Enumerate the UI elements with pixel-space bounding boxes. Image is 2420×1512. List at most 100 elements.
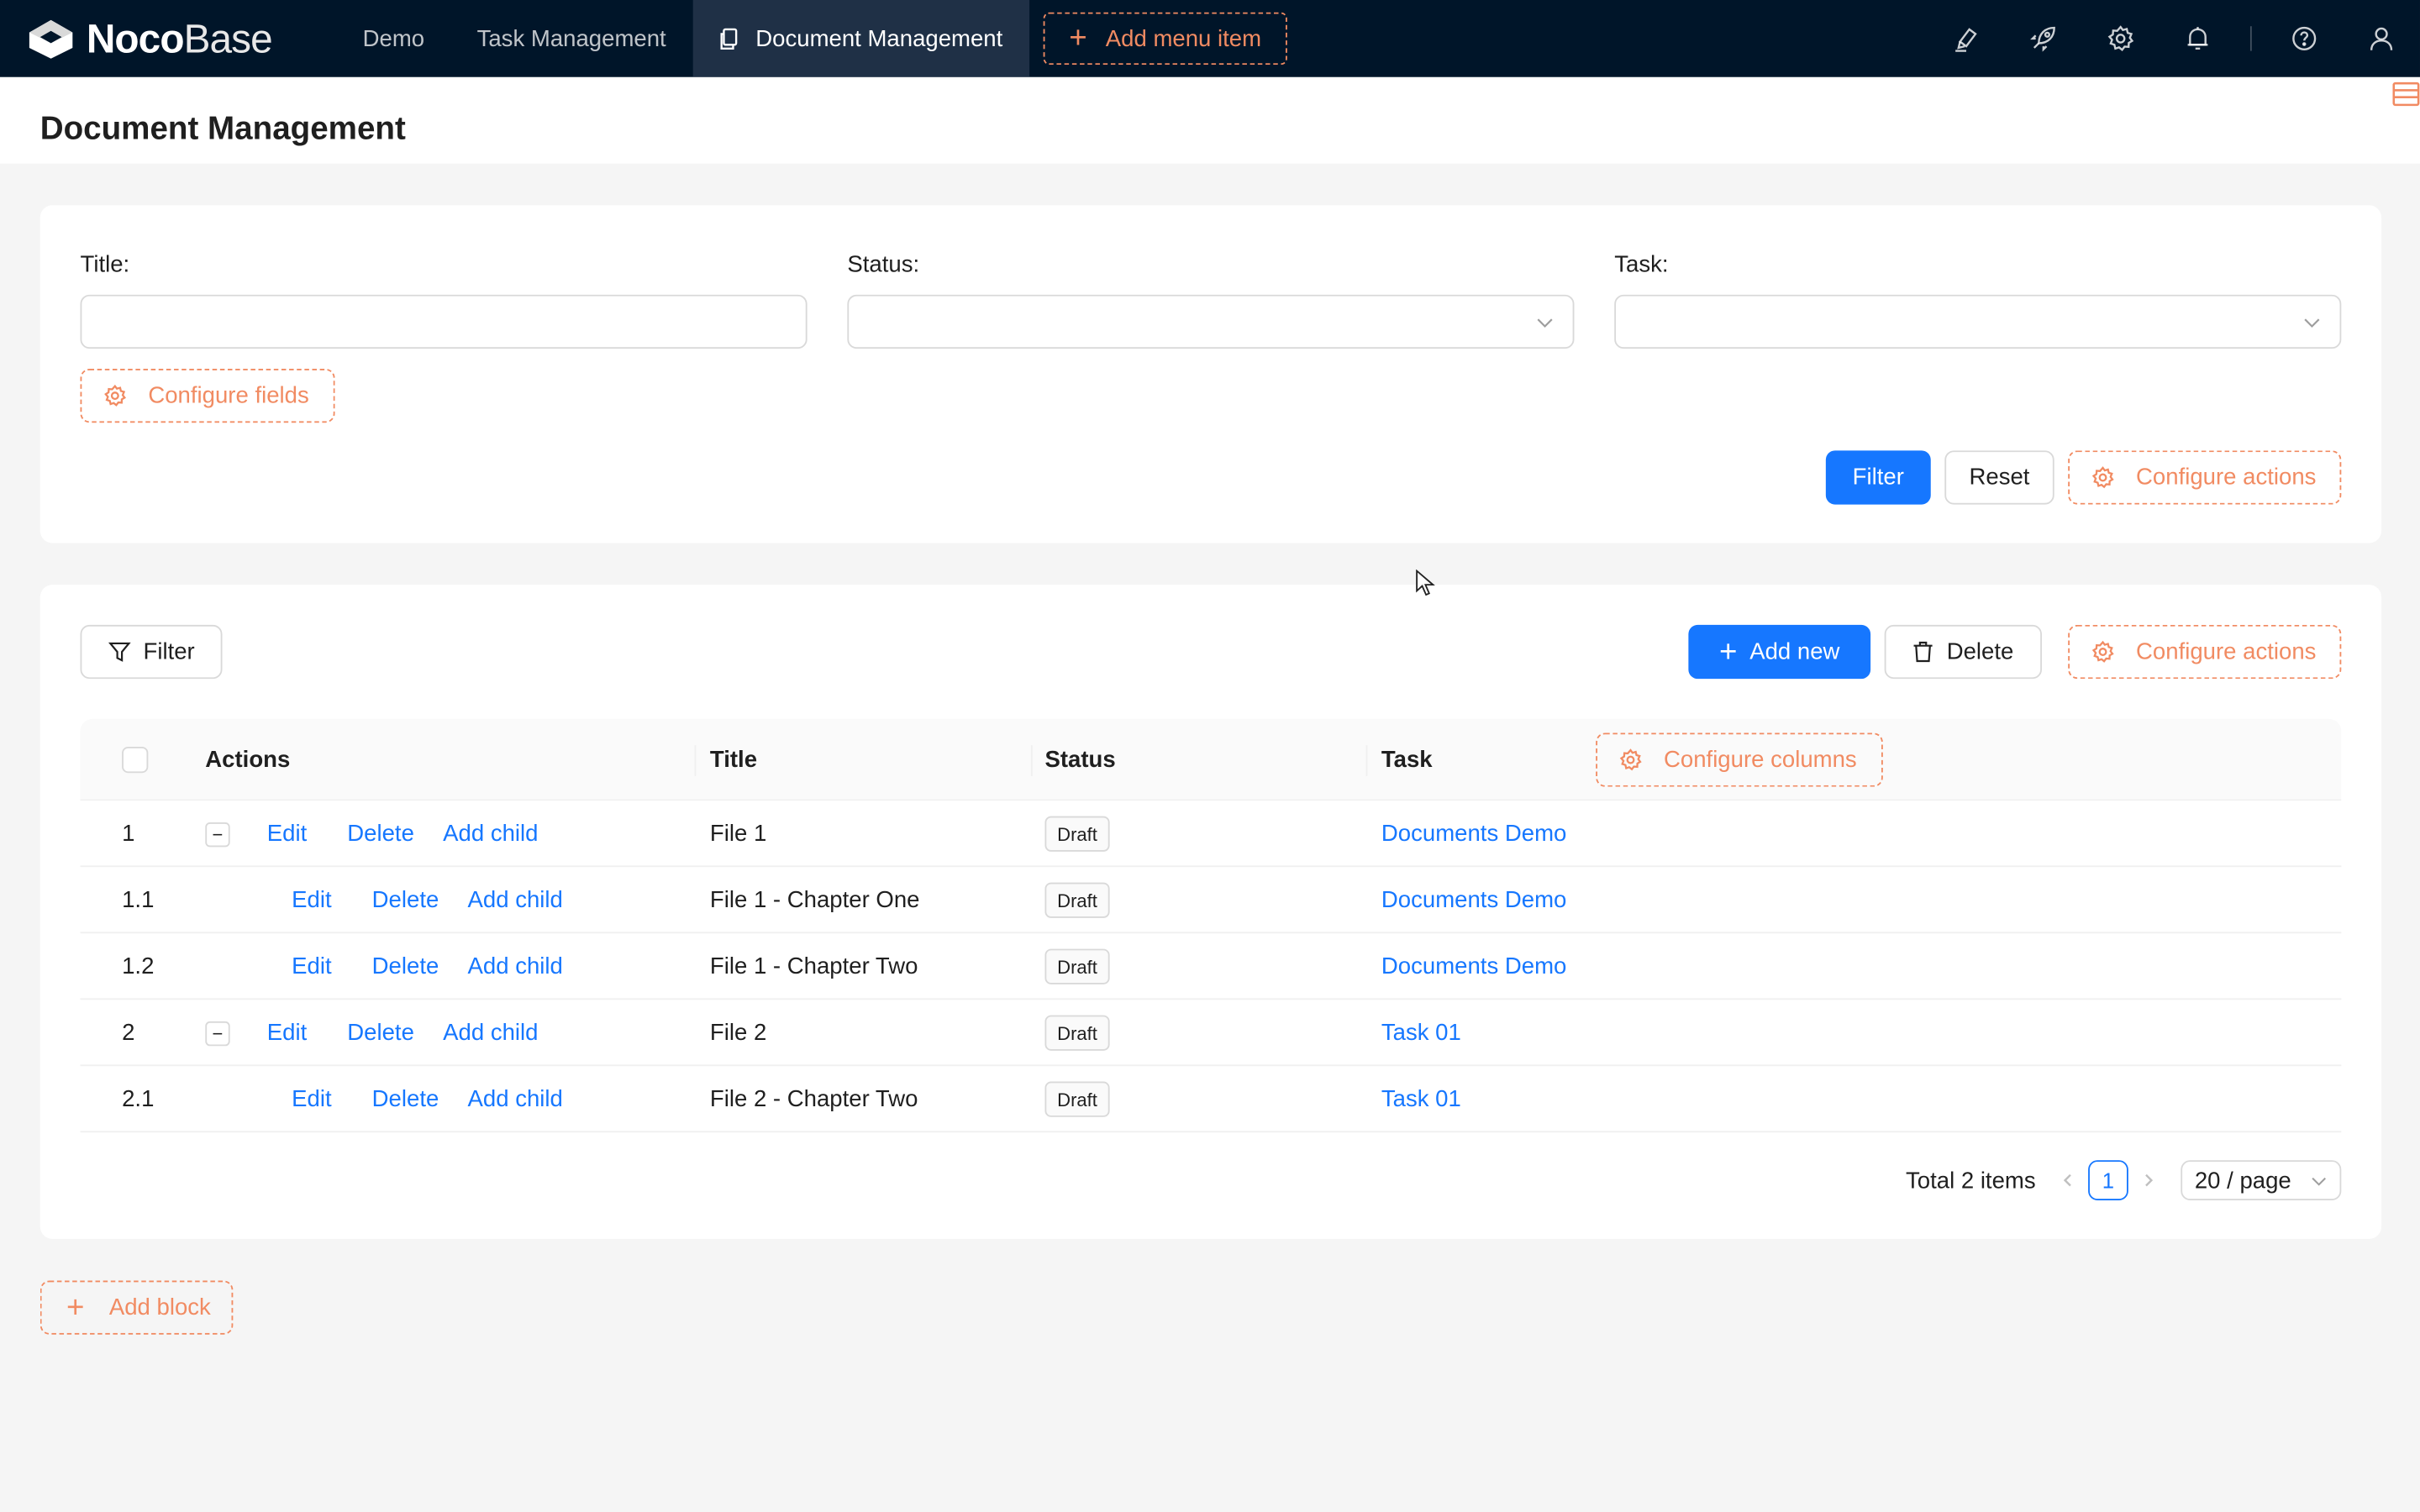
highlighter-icon[interactable] xyxy=(1928,0,2005,77)
column-header-status[interactable]: Status xyxy=(1044,719,1115,801)
table-filter-label: Filter xyxy=(143,638,195,665)
page-header: Document Management xyxy=(0,76,2420,164)
table-configure-actions-button[interactable]: Configure actions xyxy=(2068,624,2342,680)
row-add-child-link[interactable]: Add child xyxy=(443,801,538,867)
help-icon[interactable] xyxy=(2265,0,2343,77)
top-nav-bar: Noco Base Demo Task Management Document M… xyxy=(0,0,2420,77)
column-header-title[interactable]: Title xyxy=(710,719,757,801)
nav-item-label: Document Management xyxy=(755,25,1003,52)
user-icon[interactable] xyxy=(2343,0,2420,77)
row-task-link[interactable]: Documents Demo xyxy=(1381,933,1566,1000)
row-task-link[interactable]: Documents Demo xyxy=(1381,801,1566,867)
mouse-cursor-icon xyxy=(1416,569,1435,596)
row-status: Draft xyxy=(1044,933,1110,1000)
task-select[interactable] xyxy=(1614,294,2342,349)
table-filter-button[interactable]: Filter xyxy=(80,624,223,680)
file-copy-icon xyxy=(718,27,740,50)
plus-icon: + xyxy=(1719,634,1738,669)
bell-icon[interactable] xyxy=(2160,0,2237,77)
row-index: 2.1 xyxy=(122,1086,155,1113)
column-divider xyxy=(1030,745,1033,776)
plus-icon: + xyxy=(66,1290,85,1325)
row-add-child-link[interactable]: Add child xyxy=(468,1066,563,1132)
row-delete-link[interactable]: Delete xyxy=(372,933,439,1000)
add-new-button[interactable]: + Add new xyxy=(1688,624,1871,680)
row-title: File 1 xyxy=(709,821,767,848)
rocket-icon[interactable] xyxy=(2005,0,2082,77)
row-task-link[interactable]: Documents Demo xyxy=(1381,867,1566,933)
select-all-checkbox[interactable] xyxy=(122,746,149,774)
gear-icon[interactable] xyxy=(2082,0,2160,77)
row-index: 1.1 xyxy=(122,887,155,914)
filter-form-block: Title: Status: Task: Configure fields Fi… xyxy=(39,205,2382,543)
column-header-actions: Actions xyxy=(205,746,291,774)
page-size-value: 20 / page xyxy=(2194,1167,2291,1194)
row-task-link[interactable]: Task 01 xyxy=(1381,1000,1461,1066)
row-add-child-link[interactable]: Add child xyxy=(468,867,563,933)
add-block-button[interactable]: + Add block xyxy=(39,1280,233,1335)
status-field-label: Status: xyxy=(847,251,919,277)
status-badge: Draft xyxy=(1044,948,1110,984)
nav-item-label: Demo xyxy=(362,25,425,52)
logo-text-base: Base xyxy=(183,14,273,61)
row-edit-link[interactable]: Edit xyxy=(267,1000,307,1066)
configure-fields-button[interactable]: Configure fields xyxy=(80,368,335,423)
row-status: Draft xyxy=(1044,1000,1110,1066)
column-header-task[interactable]: Task xyxy=(1381,719,1433,801)
collapse-row-toggle[interactable]: − xyxy=(205,822,230,848)
row-edit-link[interactable]: Edit xyxy=(292,867,331,933)
bulk-delete-label: Delete xyxy=(1946,638,2014,665)
row-title: File 1 - Chapter Two xyxy=(709,953,918,980)
row-index: 1.2 xyxy=(122,953,155,980)
chevron-right-icon[interactable] xyxy=(2128,1160,2169,1200)
title-field-label: Title: xyxy=(81,251,130,277)
row-add-child-link[interactable]: Add child xyxy=(468,933,563,1000)
collapse-row-toggle[interactable]: − xyxy=(205,1021,230,1047)
reset-button[interactable]: Reset xyxy=(1944,450,2054,505)
gear-icon xyxy=(1619,748,1643,772)
row-task-link[interactable]: Task 01 xyxy=(1381,1066,1461,1132)
nav-item-demo[interactable]: Demo xyxy=(336,0,450,77)
chevron-down-icon xyxy=(1537,318,1553,328)
chevron-down-icon xyxy=(2304,318,2320,328)
row-edit-link[interactable]: Edit xyxy=(292,1066,331,1132)
field-label-text: Status xyxy=(847,251,913,278)
row-edit-link[interactable]: Edit xyxy=(292,933,331,1000)
configure-actions-button[interactable]: Configure actions xyxy=(2068,450,2342,505)
page-size-select[interactable]: 20 / page xyxy=(2181,1160,2342,1200)
add-block-label: Add block xyxy=(108,1294,211,1321)
status-badge: Draft xyxy=(1044,882,1110,918)
row-delete-link[interactable]: Delete xyxy=(372,1066,439,1132)
nav-item-document-management[interactable]: Document Management xyxy=(692,0,1029,77)
row-delete-link[interactable]: Delete xyxy=(372,867,439,933)
app-logo[interactable]: Noco Base xyxy=(0,0,336,77)
row-add-child-link[interactable]: Add child xyxy=(443,1000,538,1066)
field-label-text: Title xyxy=(80,251,124,278)
row-status: Draft xyxy=(1044,1066,1110,1132)
row-title: File 2 - Chapter Two xyxy=(709,1086,918,1113)
logo-icon xyxy=(29,19,73,59)
status-select[interactable] xyxy=(847,294,1575,349)
table-header: Actions Title Status Task Configure colu… xyxy=(80,718,2342,801)
title-input[interactable] xyxy=(80,294,808,349)
add-menu-item-button[interactable]: + Add menu item xyxy=(1043,12,1288,66)
row-delete-link[interactable]: Delete xyxy=(347,801,414,867)
page-number-current[interactable]: 1 xyxy=(2088,1160,2128,1200)
field-label-text: Task xyxy=(1614,251,1662,278)
add-menu-item-label: Add menu item xyxy=(1105,25,1262,52)
top-right-toolbar xyxy=(1928,0,2420,77)
row-delete-link[interactable]: Delete xyxy=(347,1000,414,1066)
row-edit-link[interactable]: Edit xyxy=(267,801,307,867)
nav-item-task-management[interactable]: Task Management xyxy=(450,0,692,77)
logo-text-noco: Noco xyxy=(86,14,185,61)
filter-submit-button[interactable]: Filter xyxy=(1825,450,1931,505)
pagination-total: Total 2 items xyxy=(1905,1167,2036,1194)
menu-lines-icon[interactable] xyxy=(2389,81,2420,108)
configure-columns-button[interactable]: Configure columns xyxy=(1596,732,1883,787)
task-field-label: Task: xyxy=(1614,251,1668,277)
table-row: 1 − Edit Delete Add child File 1 Draft D… xyxy=(80,801,2342,868)
chevron-left-icon[interactable] xyxy=(2048,1160,2088,1200)
row-index: 2 xyxy=(122,1020,135,1047)
bulk-delete-button[interactable]: Delete xyxy=(1884,624,2042,680)
table-row: 2 − Edit Delete Add child File 2 Draft T… xyxy=(80,1000,2342,1067)
